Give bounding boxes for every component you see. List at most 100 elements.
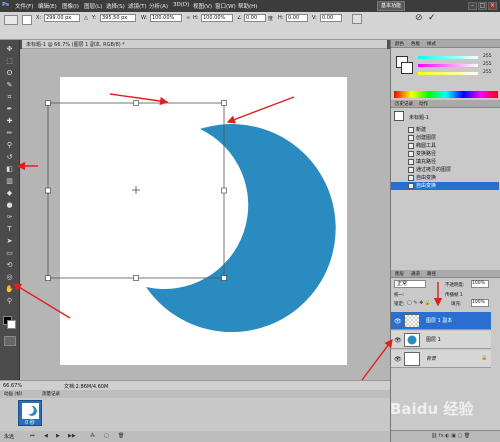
document-tab[interactable]: 未标题-1 @ 66.7% (图层 1 副本, RGB/8) * (22, 40, 387, 49)
y-field[interactable]: 395.50 px (100, 14, 136, 22)
background-color-swatch[interactable] (7, 320, 16, 329)
transform-bounding-box[interactable] (40, 95, 240, 290)
snapshot-thumbnail[interactable] (394, 111, 404, 121)
move-tool-icon[interactable]: ✥ (4, 44, 15, 54)
tab-color[interactable]: 颜色 (395, 41, 404, 47)
menu-image[interactable]: 图像(I) (62, 2, 79, 10)
layer-name[interactable]: 图层 1 副本 (426, 317, 452, 324)
angle-field[interactable]: 0.00 (244, 14, 266, 22)
menu-view[interactable]: 视图(V) (193, 2, 212, 10)
eyedropper-tool-icon[interactable]: ✒ (4, 104, 15, 114)
pen-tool-icon[interactable]: ✑ (4, 212, 15, 222)
transform-tool-icon[interactable] (4, 15, 18, 25)
propagate-frame-checkbox[interactable]: 传播帧 1 (445, 292, 463, 298)
menu-analysis[interactable]: 分析(A) (149, 2, 168, 10)
blur-tool-icon[interactable]: ◆ (4, 188, 15, 198)
type-tool-icon[interactable]: T (4, 224, 15, 234)
history-item-current[interactable]: 自由变换 (391, 182, 499, 190)
path-selection-tool-icon[interactable]: ➤ (4, 236, 15, 246)
clone-stamp-tool-icon[interactable]: ⚲ (4, 140, 15, 150)
green-value[interactable]: 255 (483, 62, 492, 67)
3d-rotate-tool-icon[interactable]: ⟲ (4, 260, 15, 270)
menu-3d[interactable]: 3D(D) (173, 2, 189, 8)
red-value[interactable]: 255 (483, 54, 492, 59)
tab-channels[interactable]: 通道 (411, 271, 420, 277)
minimize-button[interactable]: – (468, 2, 477, 10)
shape-tool-icon[interactable]: ▭ (4, 248, 15, 258)
history-item[interactable]: 新建 (391, 126, 499, 134)
blend-mode-select[interactable]: 正常 (394, 280, 426, 288)
menu-filter[interactable]: 滤镜(T) (128, 2, 147, 10)
x-field[interactable]: 299.00 px (44, 14, 80, 22)
marquee-tool-icon[interactable]: ⬚ (4, 56, 15, 66)
layer-name[interactable]: 背景 (426, 355, 436, 362)
layer-row[interactable]: 👁 背景 🔒 (391, 350, 491, 368)
visibility-eye-icon[interactable]: 👁 (394, 337, 402, 344)
tab-measurement[interactable]: 测量记录 (42, 391, 60, 397)
delete-frame-icon[interactable]: 🗑 (118, 433, 124, 439)
hskew-field[interactable]: 0.00 (286, 14, 308, 22)
next-frame-icon[interactable]: ▶▶ (68, 433, 76, 439)
lasso-tool-icon[interactable]: ʘ (4, 68, 15, 78)
red-slider[interactable] (418, 56, 478, 59)
history-item[interactable]: 椭圆工具 (391, 142, 499, 150)
visibility-eye-icon[interactable]: 👁 (394, 318, 402, 325)
healing-brush-tool-icon[interactable]: ✚ (4, 116, 15, 126)
commit-transform-icon[interactable]: ✓ (428, 13, 436, 23)
brush-tool-icon[interactable]: ✏ (4, 128, 15, 138)
tab-paths[interactable]: 路径 (427, 271, 436, 277)
visibility-eye-icon[interactable]: 👁 (394, 356, 402, 363)
color-ramp[interactable] (394, 91, 498, 98)
loop-select[interactable]: 永远 (4, 433, 14, 440)
tab-swatches[interactable]: 色板 (411, 41, 420, 47)
layer-row-selected[interactable]: 👁 图层 1 副本 (391, 312, 491, 330)
layer-name[interactable]: 图层 1 (426, 336, 441, 343)
tween-icon[interactable]: ⁂ (90, 433, 95, 439)
lock-icons[interactable]: ▢ ✎ ✥ 🔒 (407, 300, 431, 306)
crop-tool-icon[interactable]: ⌗ (4, 92, 15, 102)
w-field[interactable]: 100.00% (150, 14, 182, 22)
fill-field[interactable]: 100% (471, 299, 489, 307)
tab-styles[interactable]: 样式 (427, 41, 436, 47)
blue-value[interactable]: 255 (483, 70, 492, 75)
cancel-transform-icon[interactable]: ⊘ (415, 13, 423, 23)
zoom-tool-icon[interactable]: ⚲ (4, 296, 15, 306)
blue-slider[interactable] (418, 72, 478, 75)
first-frame-icon[interactable]: ⏮ (30, 433, 35, 439)
history-item[interactable]: 通过拷贝的图层 (391, 166, 499, 174)
tab-animation[interactable]: 动画 (帧) (4, 391, 22, 397)
frame-delay[interactable]: 0 秒 (25, 419, 35, 426)
history-item[interactable]: 填充路径 (391, 158, 499, 166)
menu-select[interactable]: 选择(S) (106, 2, 125, 10)
opacity-field[interactable]: 100% (471, 280, 489, 288)
quick-mask-icon[interactable] (4, 336, 16, 346)
snapshot-label[interactable]: 未标题-1 (409, 114, 429, 121)
history-item[interactable]: 变换路径 (391, 150, 499, 158)
history-item[interactable]: 创建图层 (391, 134, 499, 142)
eraser-tool-icon[interactable]: ◧ (4, 164, 15, 174)
menu-window[interactable]: 窗口(W) (215, 2, 236, 10)
chain-icon[interactable]: ∞ (186, 15, 190, 21)
warp-mode-icon[interactable] (352, 14, 362, 24)
workspace-button[interactable]: 基本功能 (377, 1, 405, 11)
animation-frame[interactable]: 0 秒 (18, 400, 42, 426)
layer-actions-icons[interactable]: ⛓ fx ◐ ▣ ▢ 🗑 (431, 433, 470, 439)
close-button[interactable]: × (488, 2, 497, 10)
green-slider[interactable] (418, 64, 478, 67)
tab-layers[interactable]: 图层 (395, 271, 404, 277)
tab-history[interactable]: 历史记录 (395, 101, 413, 107)
gradient-tool-icon[interactable]: ▥ (4, 176, 15, 186)
vskew-field[interactable]: 0.00 (320, 14, 342, 22)
hand-tool-icon[interactable]: ✋ (4, 284, 15, 294)
menu-layer[interactable]: 图层(L) (84, 2, 102, 10)
maximize-button[interactable]: □ (478, 2, 487, 10)
zoom-level[interactable]: 66.67% (3, 383, 22, 389)
menu-help[interactable]: 帮助(H) (238, 2, 257, 10)
quick-select-tool-icon[interactable]: ✎ (4, 80, 15, 90)
bg-color-preview[interactable] (401, 62, 413, 74)
reference-point-icon[interactable] (22, 15, 32, 25)
tab-actions[interactable]: 动作 (419, 101, 428, 107)
layer-row[interactable]: 👁 图层 1 (391, 331, 491, 349)
new-frame-icon[interactable]: ▢ (104, 433, 109, 439)
3d-orbit-tool-icon[interactable]: ◎ (4, 272, 15, 282)
